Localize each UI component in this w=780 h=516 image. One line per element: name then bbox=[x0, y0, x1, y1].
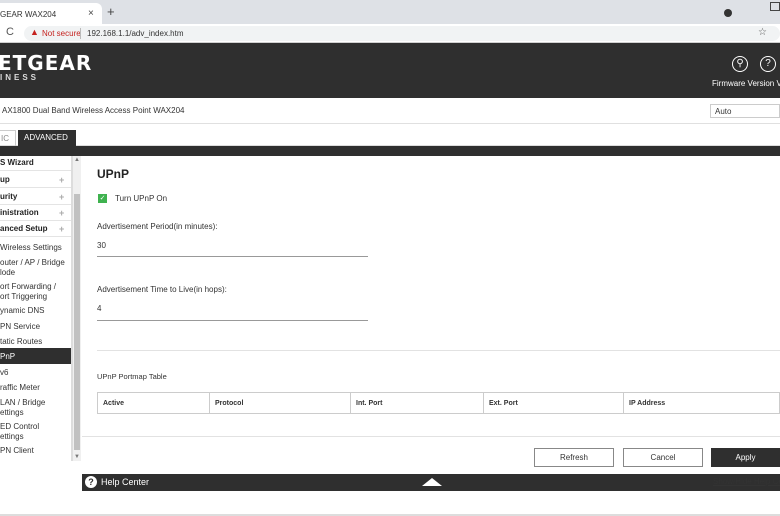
sidebar-item-port-forwarding[interactable]: ort Forwarding / ort Triggering bbox=[0, 282, 71, 302]
record-icon[interactable] bbox=[724, 9, 732, 17]
divider bbox=[80, 28, 81, 39]
chevron-up-icon[interactable] bbox=[422, 478, 442, 486]
sidebar-item-advanced-setup[interactable]: anced Setup + bbox=[0, 224, 71, 234]
sidebar-item-traffic-meter[interactable]: raffic Meter bbox=[0, 383, 71, 392]
device-bar: AX1800 Dual Band Wireless Access Point W… bbox=[0, 98, 780, 124]
column-header-active: Active bbox=[98, 393, 210, 413]
browser-tab[interactable]: GEAR WAX204 × bbox=[0, 3, 102, 24]
help-center-bar[interactable]: ? Help Center bbox=[82, 474, 780, 491]
page-title: UPnP bbox=[97, 167, 130, 181]
device-name: AX1800 Dual Band Wireless Access Point W… bbox=[2, 106, 185, 115]
cancel-button[interactable]: Cancel bbox=[623, 448, 703, 467]
close-tab-icon[interactable]: × bbox=[88, 8, 94, 19]
new-tab-icon[interactable]: + bbox=[107, 4, 115, 19]
divider bbox=[0, 187, 71, 188]
divider bbox=[0, 236, 71, 237]
address-bar: C ▲ Not secure 192.168.1.1/adv_index.htm… bbox=[0, 24, 780, 43]
firmware-version: Firmware Version V bbox=[712, 79, 780, 88]
sidebar-item-administration[interactable]: inistration + bbox=[0, 208, 71, 218]
adv-period-underline bbox=[97, 256, 368, 257]
adv-period-input[interactable]: 30 bbox=[97, 241, 106, 250]
sidebar-item-ipv6[interactable]: v6 bbox=[0, 368, 71, 377]
sidebar-item-upnp[interactable]: PnP bbox=[0, 348, 71, 364]
tab-advanced[interactable]: ADVANCED bbox=[18, 130, 76, 146]
url-field[interactable]: ▲ Not secure 192.168.1.1/adv_index.htm ☆ bbox=[24, 26, 780, 41]
search-icon[interactable]: ⚲ bbox=[732, 56, 748, 72]
sidebar-item-vpn-service[interactable]: PN Service bbox=[0, 322, 71, 331]
expand-icon[interactable]: + bbox=[59, 208, 64, 218]
tab-basic[interactable]: IC bbox=[0, 130, 16, 146]
logo-subtitle: INESS bbox=[0, 73, 40, 82]
divider bbox=[82, 436, 780, 437]
adv-ttl-input[interactable]: 4 bbox=[97, 304, 101, 313]
reload-icon[interactable]: C bbox=[6, 26, 14, 38]
divider bbox=[97, 350, 780, 351]
help-center-label: Help Center bbox=[101, 477, 150, 487]
adv-period-label: Advertisement Period(in minutes): bbox=[97, 222, 218, 231]
apply-button[interactable]: Apply bbox=[711, 448, 780, 467]
adv-ttl-underline bbox=[97, 320, 368, 321]
warning-icon: ▲ bbox=[30, 27, 39, 37]
security-status[interactable]: Not secure bbox=[42, 29, 81, 38]
column-header-protocol: Protocol bbox=[210, 393, 351, 413]
bookmark-star-icon[interactable]: ☆ bbox=[758, 27, 767, 38]
sidebar-item-setup-wizard[interactable]: S Wizard bbox=[0, 158, 71, 167]
main-tabs: IC ADVANCED bbox=[0, 124, 780, 146]
sidebar-item-setup[interactable]: up + bbox=[0, 175, 71, 185]
divider bbox=[0, 220, 71, 221]
sidebar-scrollbar[interactable]: ▲ ▼ bbox=[72, 156, 81, 461]
portmap-table: Active Protocol Int. Port Ext. Port IP A… bbox=[97, 392, 780, 414]
sidebar-item-static-routes[interactable]: tatic Routes bbox=[0, 337, 71, 346]
scroll-down-icon[interactable]: ▼ bbox=[74, 454, 80, 460]
browser-tab-bar: GEAR WAX204 × + bbox=[0, 0, 780, 24]
divider bbox=[0, 170, 71, 171]
app-header: ETGEAR INESS ⚲ ? Firmware Version V bbox=[0, 43, 780, 98]
portmap-table-title: UPnP Portmap Table bbox=[97, 372, 167, 381]
column-header-ext-port: Ext. Port bbox=[484, 393, 624, 413]
divider bbox=[0, 204, 71, 205]
scroll-thumb[interactable] bbox=[74, 194, 80, 450]
expand-icon[interactable]: + bbox=[59, 192, 64, 202]
expand-icon[interactable]: + bbox=[59, 175, 64, 185]
adv-ttl-label: Advertisement Time to Live(in hops): bbox=[97, 285, 227, 294]
upnp-checkbox-label: Turn UPnP On bbox=[115, 194, 168, 203]
sidebar: S Wizard up + urity + inistration + anced S… bbox=[0, 156, 72, 461]
sidebar-item-router-ap-bridge[interactable]: outer / AP / Bridge lode bbox=[0, 258, 71, 278]
upnp-checkbox[interactable]: ✓ bbox=[98, 194, 107, 203]
main-panel: UPnP ✓ Turn UPnP On Advertisement Period… bbox=[82, 156, 780, 466]
sidebar-item-security[interactable]: urity + bbox=[0, 192, 71, 202]
show-hide-help-link[interactable]: Show/Hide Help Ce bbox=[713, 477, 780, 486]
language-select[interactable]: Auto bbox=[710, 104, 780, 118]
sidebar-item-dynamic-dns[interactable]: ynamic DNS bbox=[0, 306, 71, 315]
maximize-icon[interactable] bbox=[770, 2, 780, 11]
sidebar-item-wireless-settings[interactable]: Wireless Settings bbox=[0, 243, 71, 252]
netgear-logo: ETGEAR bbox=[0, 51, 93, 75]
sidebar-item-vlan-bridge[interactable]: LAN / Bridge ettings bbox=[0, 398, 71, 418]
refresh-button[interactable]: Refresh bbox=[534, 448, 614, 467]
tab-underline-bar bbox=[0, 146, 780, 156]
sidebar-item-led-control[interactable]: ED Control ettings bbox=[0, 422, 71, 442]
column-header-int-port: Int. Port bbox=[351, 393, 484, 413]
sidebar-item-vpn-client[interactable]: PN Client bbox=[0, 446, 71, 455]
help-icon[interactable]: ? bbox=[760, 56, 776, 72]
browser-tab-title: GEAR WAX204 bbox=[0, 10, 57, 19]
expand-icon[interactable]: + bbox=[59, 224, 64, 234]
column-header-ip-address: IP Address bbox=[629, 400, 666, 407]
url-text[interactable]: 192.168.1.1/adv_index.htm bbox=[87, 29, 184, 38]
scroll-up-icon[interactable]: ▲ bbox=[74, 157, 80, 163]
help-circle-icon: ? bbox=[85, 476, 97, 488]
